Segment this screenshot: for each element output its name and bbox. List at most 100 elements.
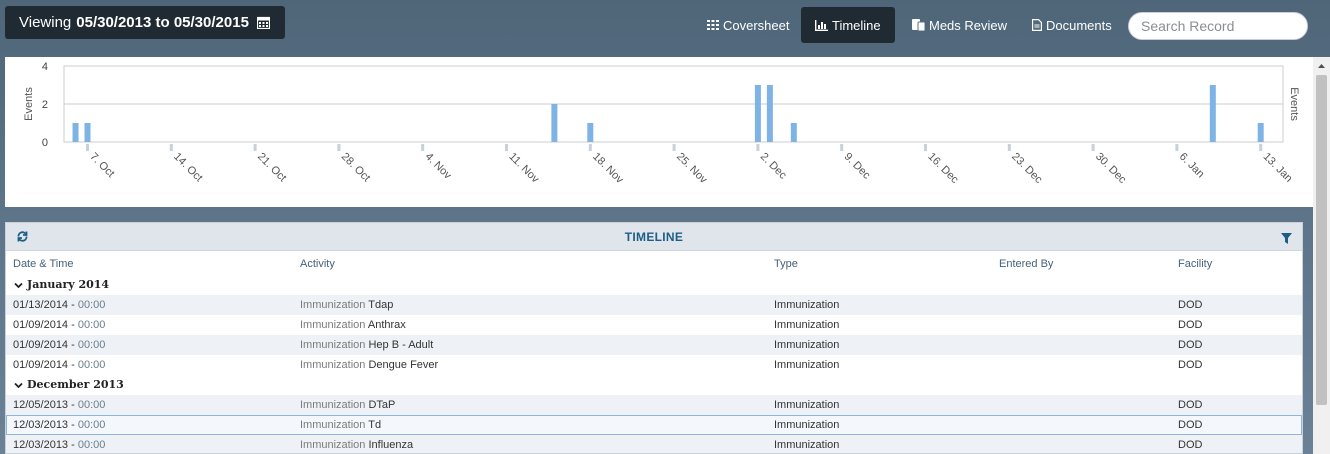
- x-tick-mark: [1091, 144, 1095, 151]
- group-header[interactable]: December 2013: [6, 375, 1302, 395]
- event-bar[interactable]: [587, 123, 594, 142]
- x-tick-label: 21. Oct: [255, 151, 289, 185]
- chart-grid: [63, 65, 1284, 143]
- event-bar[interactable]: [754, 85, 761, 142]
- table-row[interactable]: 12/03/2013 - 00:00 Immunization Td Immuniz…: [6, 415, 1302, 435]
- nav-coversheet[interactable]: Coversheet: [693, 7, 803, 43]
- table-row[interactable]: 01/09/2014 - 00:00 Immunization Hep B - A…: [6, 335, 1302, 355]
- column-header-type[interactable]: Type: [774, 258, 798, 270]
- document-icon: [1032, 19, 1042, 31]
- column-header-date[interactable]: Date & Time: [13, 258, 74, 270]
- chart-bars: [72, 85, 1264, 142]
- cell-date: 12/03/2013 - 00:00: [13, 439, 106, 451]
- scrollbar-thumb[interactable]: [1316, 75, 1327, 405]
- table-body: January 2014 01/13/2014 - 00:00 Immunizati…: [6, 275, 1302, 453]
- column-header-facility[interactable]: Facility: [1178, 258, 1212, 270]
- table-row[interactable]: 01/13/2014 - 00:00 Immunization Tdap Immun…: [6, 295, 1302, 315]
- time-value: 00:00: [77, 299, 106, 311]
- scroll-up-arrow-icon[interactable]: [1316, 59, 1327, 71]
- meds-icon: [912, 19, 925, 31]
- activity-category: Immunization: [300, 419, 366, 431]
- x-tick-mark: [924, 144, 927, 151]
- viewing-prefix: Viewing: [19, 14, 72, 31]
- event-bar[interactable]: [1257, 123, 1264, 142]
- x-tick-label: 23. Dec: [1009, 151, 1045, 187]
- event-bar[interactable]: [72, 123, 79, 142]
- time-value: 00:00: [77, 359, 106, 371]
- group-header[interactable]: January 2014: [6, 275, 1302, 295]
- event-bar[interactable]: [551, 104, 558, 142]
- cell-activity: Immunization Influenza: [300, 439, 413, 451]
- cell-date: 12/05/2013 - 00:00: [13, 399, 106, 411]
- cell-activity: Immunization Hep B - Adult: [300, 339, 433, 351]
- x-tick-label: 7. Oct: [87, 151, 116, 180]
- event-bar[interactable]: [84, 123, 91, 142]
- x-tick-mark: [421, 144, 425, 151]
- cell-date: 01/09/2014 - 00:00: [13, 359, 106, 371]
- x-tick-label: 11. Nov: [506, 151, 541, 186]
- x-tick-label: 16. Dec: [925, 151, 961, 187]
- panel-header: TIMELINE: [6, 223, 1302, 251]
- nav-timeline[interactable]: Timeline: [801, 7, 895, 43]
- nav-label: Meds Review: [929, 17, 1008, 33]
- time-value: 00:00: [77, 319, 106, 331]
- cell-type: Immunization: [774, 319, 840, 331]
- date-value: 12/03/2013: [13, 419, 69, 431]
- event-bar[interactable]: [1209, 85, 1216, 142]
- x-tick-mark: [86, 144, 89, 151]
- event-bar[interactable]: [790, 123, 797, 142]
- nav-label: Timeline: [832, 17, 881, 33]
- cell-type: Immunization: [774, 299, 840, 311]
- date-value: 01/09/2014: [13, 359, 69, 371]
- y-tick-label: 4: [42, 61, 48, 73]
- x-tick-mark: [672, 144, 676, 151]
- cell-facility: DOD: [1178, 439, 1203, 451]
- x-tick-label: 13. Jan: [1261, 151, 1295, 185]
- cell-type: Immunization: [774, 419, 840, 431]
- activity-name: Dengue Fever: [368, 359, 439, 371]
- group-label: December 2013: [27, 378, 124, 391]
- activity-category: Immunization: [300, 399, 366, 411]
- filter-icon[interactable]: [1281, 231, 1292, 244]
- activity-category: Immunization: [300, 339, 366, 351]
- table-row[interactable]: 01/09/2014 - 00:00 Immunization Dengue Fe…: [6, 355, 1302, 375]
- cell-facility: DOD: [1178, 299, 1203, 311]
- activity-name: Hep B - Adult: [368, 339, 434, 351]
- event-bar[interactable]: [766, 85, 773, 142]
- column-header-entered-by[interactable]: Entered By: [999, 258, 1053, 270]
- cell-activity: Immunization Tdap: [300, 299, 393, 311]
- activity-name: Anthrax: [367, 319, 406, 331]
- group-label: January 2014: [27, 278, 110, 291]
- nav-meds-review[interactable]: Meds Review: [898, 7, 1021, 43]
- calendar-icon: [256, 16, 271, 30]
- activity-name: Td: [368, 419, 382, 431]
- search-input[interactable]: [1128, 12, 1308, 40]
- date-value: 01/13/2014: [13, 299, 69, 311]
- date-range-selector[interactable]: Viewing 05/30/2013 to 05/30/2015: [5, 6, 285, 39]
- timeline-panel: TIMELINE Date & Time Activity Type Enter…: [5, 222, 1303, 454]
- x-tick-label: 25. Nov: [674, 151, 710, 187]
- cell-facility: DOD: [1178, 319, 1203, 331]
- x-tick-label: 4. Nov: [423, 151, 454, 182]
- x-tick-mark: [756, 144, 760, 151]
- x-tick-label: 6. Jan: [1177, 151, 1207, 181]
- date-value: 12/03/2013: [13, 439, 69, 451]
- nav-documents[interactable]: Documents: [1018, 7, 1126, 43]
- table-row[interactable]: 12/05/2013 - 00:00 Immunization DTaP Immun…: [6, 395, 1302, 415]
- nav-label: Documents: [1046, 17, 1112, 33]
- x-tick-mark: [588, 144, 592, 151]
- date-value: 12/05/2013: [13, 399, 69, 411]
- activity-category: Immunization: [300, 439, 366, 451]
- x-tick-label: 2. Dec: [758, 151, 789, 182]
- cell-activity: Immunization Anthrax: [300, 319, 406, 331]
- column-header-activity[interactable]: Activity: [300, 258, 335, 270]
- date-value: 01/09/2014: [13, 339, 69, 351]
- x-tick-label: 30. Dec: [1093, 151, 1129, 187]
- activity-name: Influenza: [368, 439, 414, 451]
- table-row[interactable]: 12/03/2013 - 00:00 Immunization Influenza…: [6, 435, 1302, 453]
- x-tick-mark: [253, 144, 257, 151]
- cell-activity: Immunization Dengue Fever: [300, 359, 438, 371]
- table-row[interactable]: 01/09/2014 - 00:00 Immunization Anthrax Im…: [6, 315, 1302, 335]
- y-axis-label-left: Events: [23, 87, 35, 121]
- time-value: 00:00: [77, 419, 106, 431]
